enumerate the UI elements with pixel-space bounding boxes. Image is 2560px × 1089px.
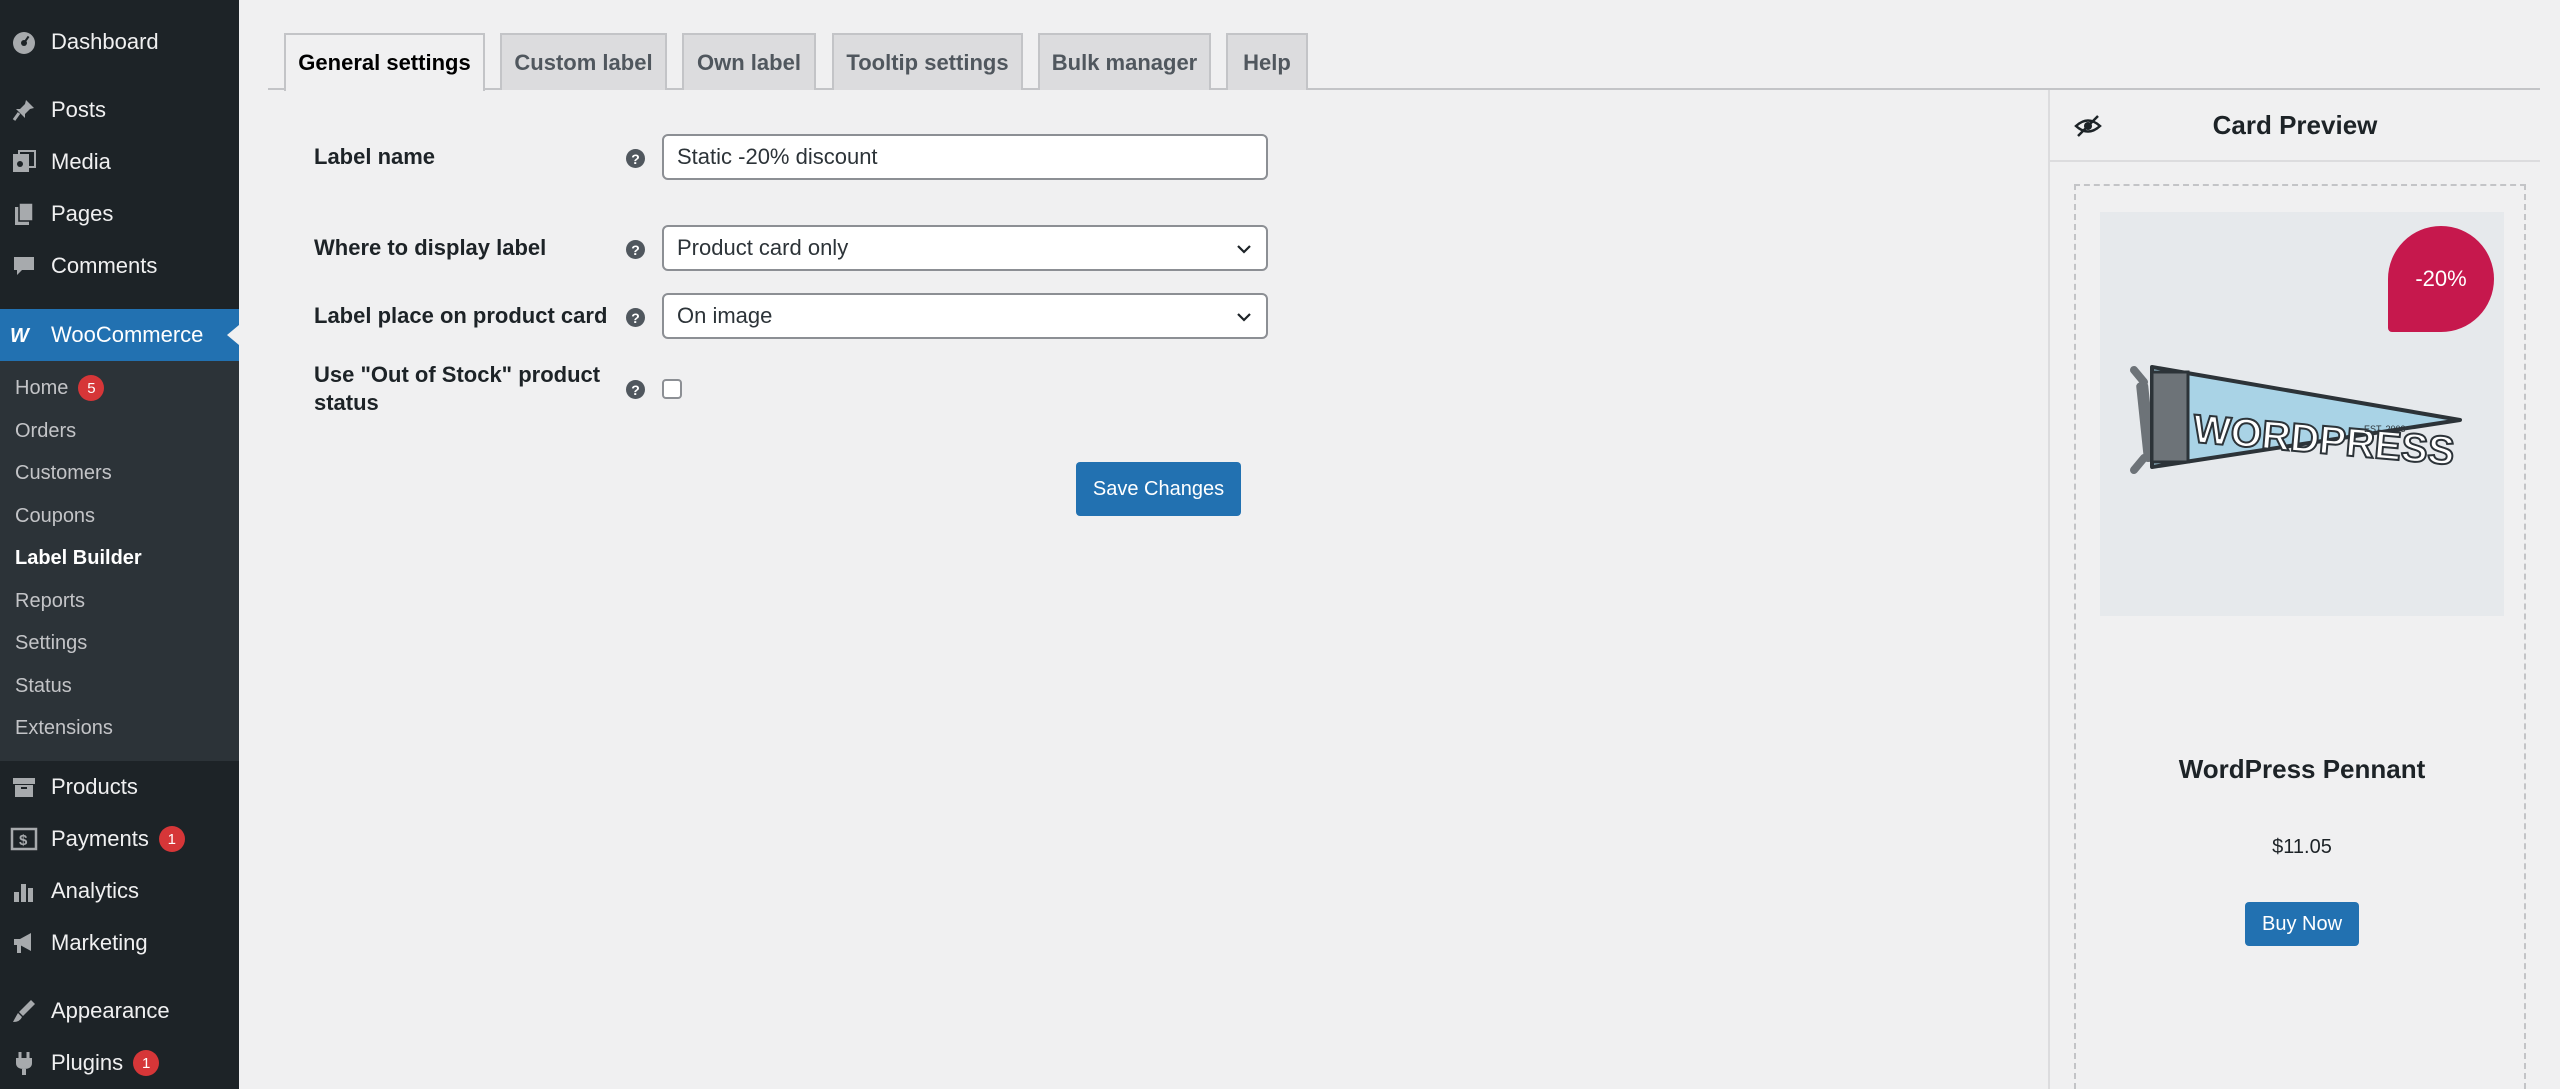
submenu-status[interactable]: Status [15, 675, 72, 698]
product-title[interactable]: WordPress Pennant [2076, 754, 2528, 785]
menu-media-label: Media [51, 149, 111, 174]
dashboard-icon [9, 27, 39, 57]
menu-dashboard-label: Dashboard [51, 29, 159, 54]
submenu-customers[interactable]: Customers [15, 462, 112, 485]
submenu-extensions[interactable]: Extensions [15, 717, 113, 740]
submenu-settings-label: Settings [15, 632, 88, 654]
menu-appearance[interactable]: Appearance [0, 985, 239, 1037]
menu-posts-label: Posts [51, 97, 107, 122]
product-image: WORDPRESS EST. 2003 -20% [2100, 212, 2504, 616]
out-of-stock-label: Use "Out of Stock" product status [314, 361, 600, 417]
menu-comments[interactable]: Comments [0, 240, 239, 292]
menu-appearance-label: Appearance [51, 998, 170, 1023]
card-preview-title: Card Preview [2212, 110, 2378, 140]
menu-dashboard[interactable]: Dashboard [0, 16, 239, 68]
label-name-input[interactable]: Static -20% discount [662, 134, 1268, 180]
menu-marketing-label: Marketing [51, 930, 148, 955]
home-count-badge: 5 [78, 375, 105, 401]
save-changes-button[interactable]: Save Changes [1076, 462, 1241, 516]
admin-sidebar: Dashboard Posts Media Pages Comments W W… [0, 0, 239, 1089]
help-icon[interactable]: ? [626, 240, 645, 259]
out-of-stock-label-line1: Use "Out of Stock" product [314, 362, 601, 387]
bar-chart-icon [9, 876, 39, 906]
tab-custom-label[interactable]: Custom label [500, 33, 667, 90]
svg-text:$: $ [19, 832, 28, 849]
chevron-down-icon [1234, 239, 1254, 265]
submenu-customers-label: Customers [15, 462, 112, 484]
dollar-icon: $ [9, 824, 39, 854]
out-of-stock-checkbox[interactable] [662, 379, 682, 399]
plugins-count-badge: 1 [133, 1050, 160, 1076]
menu-analytics[interactable]: Analytics [0, 865, 239, 917]
pages-icon [9, 199, 39, 229]
help-icon[interactable]: ? [626, 149, 645, 168]
help-icon[interactable]: ? [626, 380, 645, 399]
label-place-value: On image [677, 303, 773, 328]
out-of-stock-label-line2: status [314, 390, 379, 415]
woocommerce-icon: W [9, 320, 39, 350]
submenu-extensions-label: Extensions [15, 717, 113, 739]
display-where-select[interactable]: Product card only [662, 225, 1268, 271]
menu-pages-label: Pages [51, 201, 114, 226]
submenu-reports-label: Reports [15, 590, 86, 612]
brush-icon [9, 996, 39, 1026]
submenu-home[interactable]: Home 5 [15, 375, 105, 401]
menu-products-label: Products [51, 774, 138, 799]
chevron-down-icon [1234, 307, 1254, 333]
menu-payments[interactable]: $ Payments 1 [0, 813, 239, 865]
menu-comments-label: Comments [51, 253, 158, 278]
payments-count-badge: 1 [158, 826, 185, 852]
submenu-label-builder-label: Label Builder [15, 547, 142, 569]
card-preview-panel: Card Preview WORDPRESS EST. 2003 -20% Wo… [2048, 90, 2540, 1089]
label-place-label: Label place on product card [314, 303, 608, 328]
menu-media[interactable]: Media [0, 136, 239, 188]
menu-analytics-label: Analytics [51, 878, 140, 903]
media-icon [9, 147, 39, 177]
submenu-coupons-label: Coupons [15, 505, 96, 527]
plug-icon [9, 1048, 39, 1078]
product-price: $11.05 [2272, 836, 2332, 858]
submenu-reports[interactable]: Reports [15, 590, 85, 613]
submenu-orders[interactable]: Orders [15, 420, 76, 443]
megaphone-icon [9, 928, 39, 958]
menu-marketing[interactable]: Marketing [0, 917, 239, 969]
archive-icon [9, 772, 39, 802]
label-place-select[interactable]: On image [662, 293, 1268, 339]
sale-badge: -20% [2388, 226, 2494, 332]
buy-now-button[interactable]: Buy Now [2245, 902, 2359, 946]
tab-tooltip-settings[interactable]: Tooltip settings [832, 33, 1023, 90]
submenu-home-label: Home [15, 376, 69, 399]
menu-plugins[interactable]: Plugins 1 [0, 1037, 239, 1089]
tab-own-label[interactable]: Own label [682, 33, 816, 90]
menu-posts[interactable]: Posts [0, 84, 239, 136]
display-where-value: Product card only [677, 235, 849, 260]
submenu-label-builder[interactable]: Label Builder [15, 547, 142, 570]
svg-text:W: W [10, 325, 31, 346]
product-card: WORDPRESS EST. 2003 -20% WordPress Penna… [2074, 184, 2526, 1089]
menu-products[interactable]: Products [0, 761, 239, 813]
help-icon[interactable]: ? [626, 308, 645, 327]
submenu-settings[interactable]: Settings [15, 632, 87, 655]
menu-woocommerce-label: WooCommerce [51, 322, 204, 347]
pennant-est: EST. 2003 [2364, 424, 2406, 434]
label-name-label: Label name [314, 144, 436, 169]
tab-help[interactable]: Help [1226, 33, 1308, 90]
comment-icon [9, 251, 39, 281]
display-where-label: Where to display label [314, 235, 547, 260]
submenu-orders-label: Orders [15, 420, 77, 442]
menu-woocommerce[interactable]: W WooCommerce [0, 309, 239, 361]
pin-icon [9, 95, 39, 125]
menu-pages[interactable]: Pages [0, 188, 239, 240]
menu-payments-label: Payments [51, 826, 149, 851]
menu-plugins-label: Plugins [51, 1050, 124, 1075]
woocommerce-submenu: Home 5 Orders Customers Coupons Label Bu… [0, 361, 239, 761]
card-preview-header: Card Preview [2050, 90, 2540, 162]
submenu-coupons[interactable]: Coupons [15, 505, 95, 528]
submenu-status-label: Status [15, 675, 72, 697]
tab-general-settings[interactable]: General settings [284, 33, 485, 91]
tab-bulk-manager[interactable]: Bulk manager [1038, 33, 1211, 90]
